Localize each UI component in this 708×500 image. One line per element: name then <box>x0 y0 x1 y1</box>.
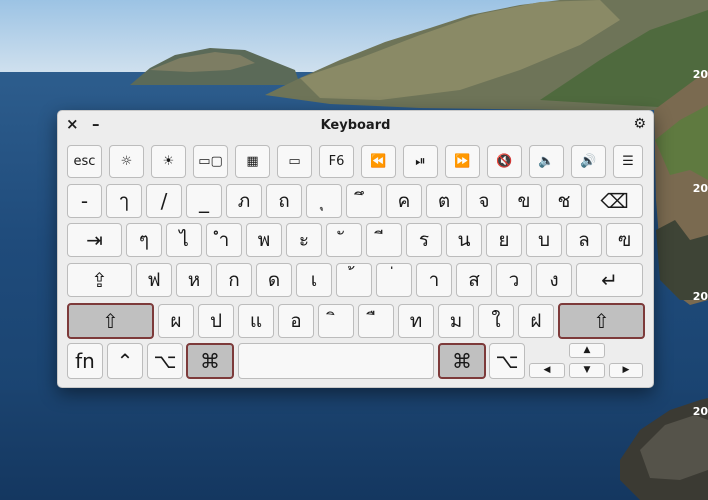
key-8[interactable]: ค <box>386 184 422 218</box>
command-right-icon[interactable]: ⌘ <box>438 343 486 379</box>
key-a[interactable]: ฟ <box>136 263 172 297</box>
mute-icon[interactable]: 🔇 <box>487 145 522 178</box>
command-left-icon[interactable]: ⌘ <box>186 343 234 379</box>
key-bracket-right[interactable]: ล <box>566 223 602 257</box>
play-pause-icon[interactable]: ⏯ <box>403 145 438 178</box>
key-2[interactable]: / <box>146 184 182 218</box>
keyboard-light-icon[interactable]: ▭ <box>277 145 312 178</box>
key-backslash[interactable]: ฃ <box>606 223 643 257</box>
shift-left-icon[interactable]: ⇧ <box>67 303 154 339</box>
spacebar[interactable] <box>238 343 434 379</box>
key-l[interactable]: ส <box>456 263 492 297</box>
arrow-left-icon[interactable]: ◀ <box>529 363 565 378</box>
fast-forward-icon[interactable]: ⏩ <box>445 145 480 178</box>
key-6[interactable]: ุ <box>306 184 342 218</box>
brightness-down-icon[interactable]: ☼ <box>109 145 144 178</box>
key-minus[interactable]: - <box>67 184 102 218</box>
key-z[interactable]: ผ <box>158 304 194 338</box>
key-e[interactable]: ำ <box>206 223 242 257</box>
key-s[interactable]: ห <box>176 263 212 297</box>
key-3[interactable]: _ <box>186 184 222 218</box>
arrow-right-icon[interactable]: ▶ <box>609 363 643 378</box>
gear-icon[interactable]: ⚙ <box>633 116 646 132</box>
key-j[interactable]: ่ <box>376 263 412 297</box>
key-m[interactable]: ท <box>398 304 434 338</box>
key-comma[interactable]: ม <box>438 304 474 338</box>
key-r[interactable]: พ <box>246 223 282 257</box>
key-b[interactable]: ิ <box>318 304 354 338</box>
key-u[interactable]: ี <box>366 223 402 257</box>
key-f6[interactable]: F6 <box>319 145 354 178</box>
key-9[interactable]: ต <box>426 184 462 218</box>
window-title: Keyboard <box>320 118 391 133</box>
option-right-icon[interactable]: ⌥ <box>489 343 525 379</box>
brightness-up-icon[interactable]: ☀ <box>151 145 186 178</box>
key-n[interactable]: ื <box>358 304 394 338</box>
key-p[interactable]: ย <box>486 223 522 257</box>
key-equals[interactable]: ช <box>546 184 582 218</box>
desktop-date-3: 20 <box>692 290 708 303</box>
key-c[interactable]: แ <box>238 304 274 338</box>
key-semicolon[interactable]: ว <box>496 263 532 297</box>
key-7[interactable]: ึ <box>346 184 382 218</box>
key-v[interactable]: อ <box>278 304 314 338</box>
launchpad-icon[interactable]: ▦ <box>235 145 270 178</box>
key-esc[interactable]: esc <box>67 145 102 178</box>
key-fn[interactable]: fn <box>67 343 103 379</box>
caps-lock-icon[interactable]: ⇪ <box>67 263 132 297</box>
arrow-down-icon[interactable]: ▼ <box>569 363 605 378</box>
key-1[interactable]: ๅ <box>106 184 142 218</box>
key-f[interactable]: ด <box>256 263 292 297</box>
arrow-up-icon[interactable]: ▲ <box>569 343 605 358</box>
option-left-icon[interactable]: ⌥ <box>147 343 183 379</box>
list-icon[interactable]: ☰ <box>613 145 643 178</box>
desktop-date-4: 20 <box>692 405 708 418</box>
key-t[interactable]: ะ <box>286 223 322 257</box>
key-i[interactable]: ร <box>406 223 442 257</box>
return-icon[interactable]: ↵ <box>576 263 643 297</box>
key-dash[interactable]: ข <box>506 184 542 218</box>
key-k[interactable]: า <box>416 263 452 297</box>
key-slash[interactable]: ฝ <box>518 304 554 338</box>
key-0[interactable]: จ <box>466 184 502 218</box>
keyboard-viewer-window: × – Keyboard ⚙ esc ☼ ☀ ▭▢ ▦ ▭ F6 ⏪ ⏯ ⏩ 🔇… <box>57 110 654 388</box>
key-bracket-left[interactable]: บ <box>526 223 562 257</box>
key-h[interactable]: ้ <box>336 263 372 297</box>
key-period[interactable]: ใ <box>478 304 514 338</box>
desktop-date-1: 20 <box>692 68 708 81</box>
key-5[interactable]: ถ <box>266 184 302 218</box>
tab-icon[interactable]: ⇥ <box>67 223 122 257</box>
key-w[interactable]: ไ <box>166 223 202 257</box>
volume-down-icon[interactable]: 🔈 <box>529 145 564 178</box>
desktop-date-2: 20 <box>692 182 708 195</box>
key-g[interactable]: เ <box>296 263 332 297</box>
key-y[interactable]: ั <box>326 223 362 257</box>
control-icon[interactable]: ⌃ <box>107 343 143 379</box>
shift-right-icon[interactable]: ⇧ <box>558 303 645 339</box>
key-q[interactable]: ๆ <box>126 223 162 257</box>
key-d[interactable]: ก <box>216 263 252 297</box>
title-bar: × – Keyboard ⚙ <box>58 111 653 139</box>
delete-icon[interactable]: ⌫ <box>586 184 643 218</box>
key-o[interactable]: น <box>446 223 482 257</box>
volume-up-icon[interactable]: 🔊 <box>571 145 606 178</box>
key-x[interactable]: ป <box>198 304 234 338</box>
rewind-icon[interactable]: ⏪ <box>361 145 396 178</box>
mission-control-icon[interactable]: ▭▢ <box>193 145 228 178</box>
key-4[interactable]: ภ <box>226 184 262 218</box>
key-quote[interactable]: ง <box>536 263 572 297</box>
